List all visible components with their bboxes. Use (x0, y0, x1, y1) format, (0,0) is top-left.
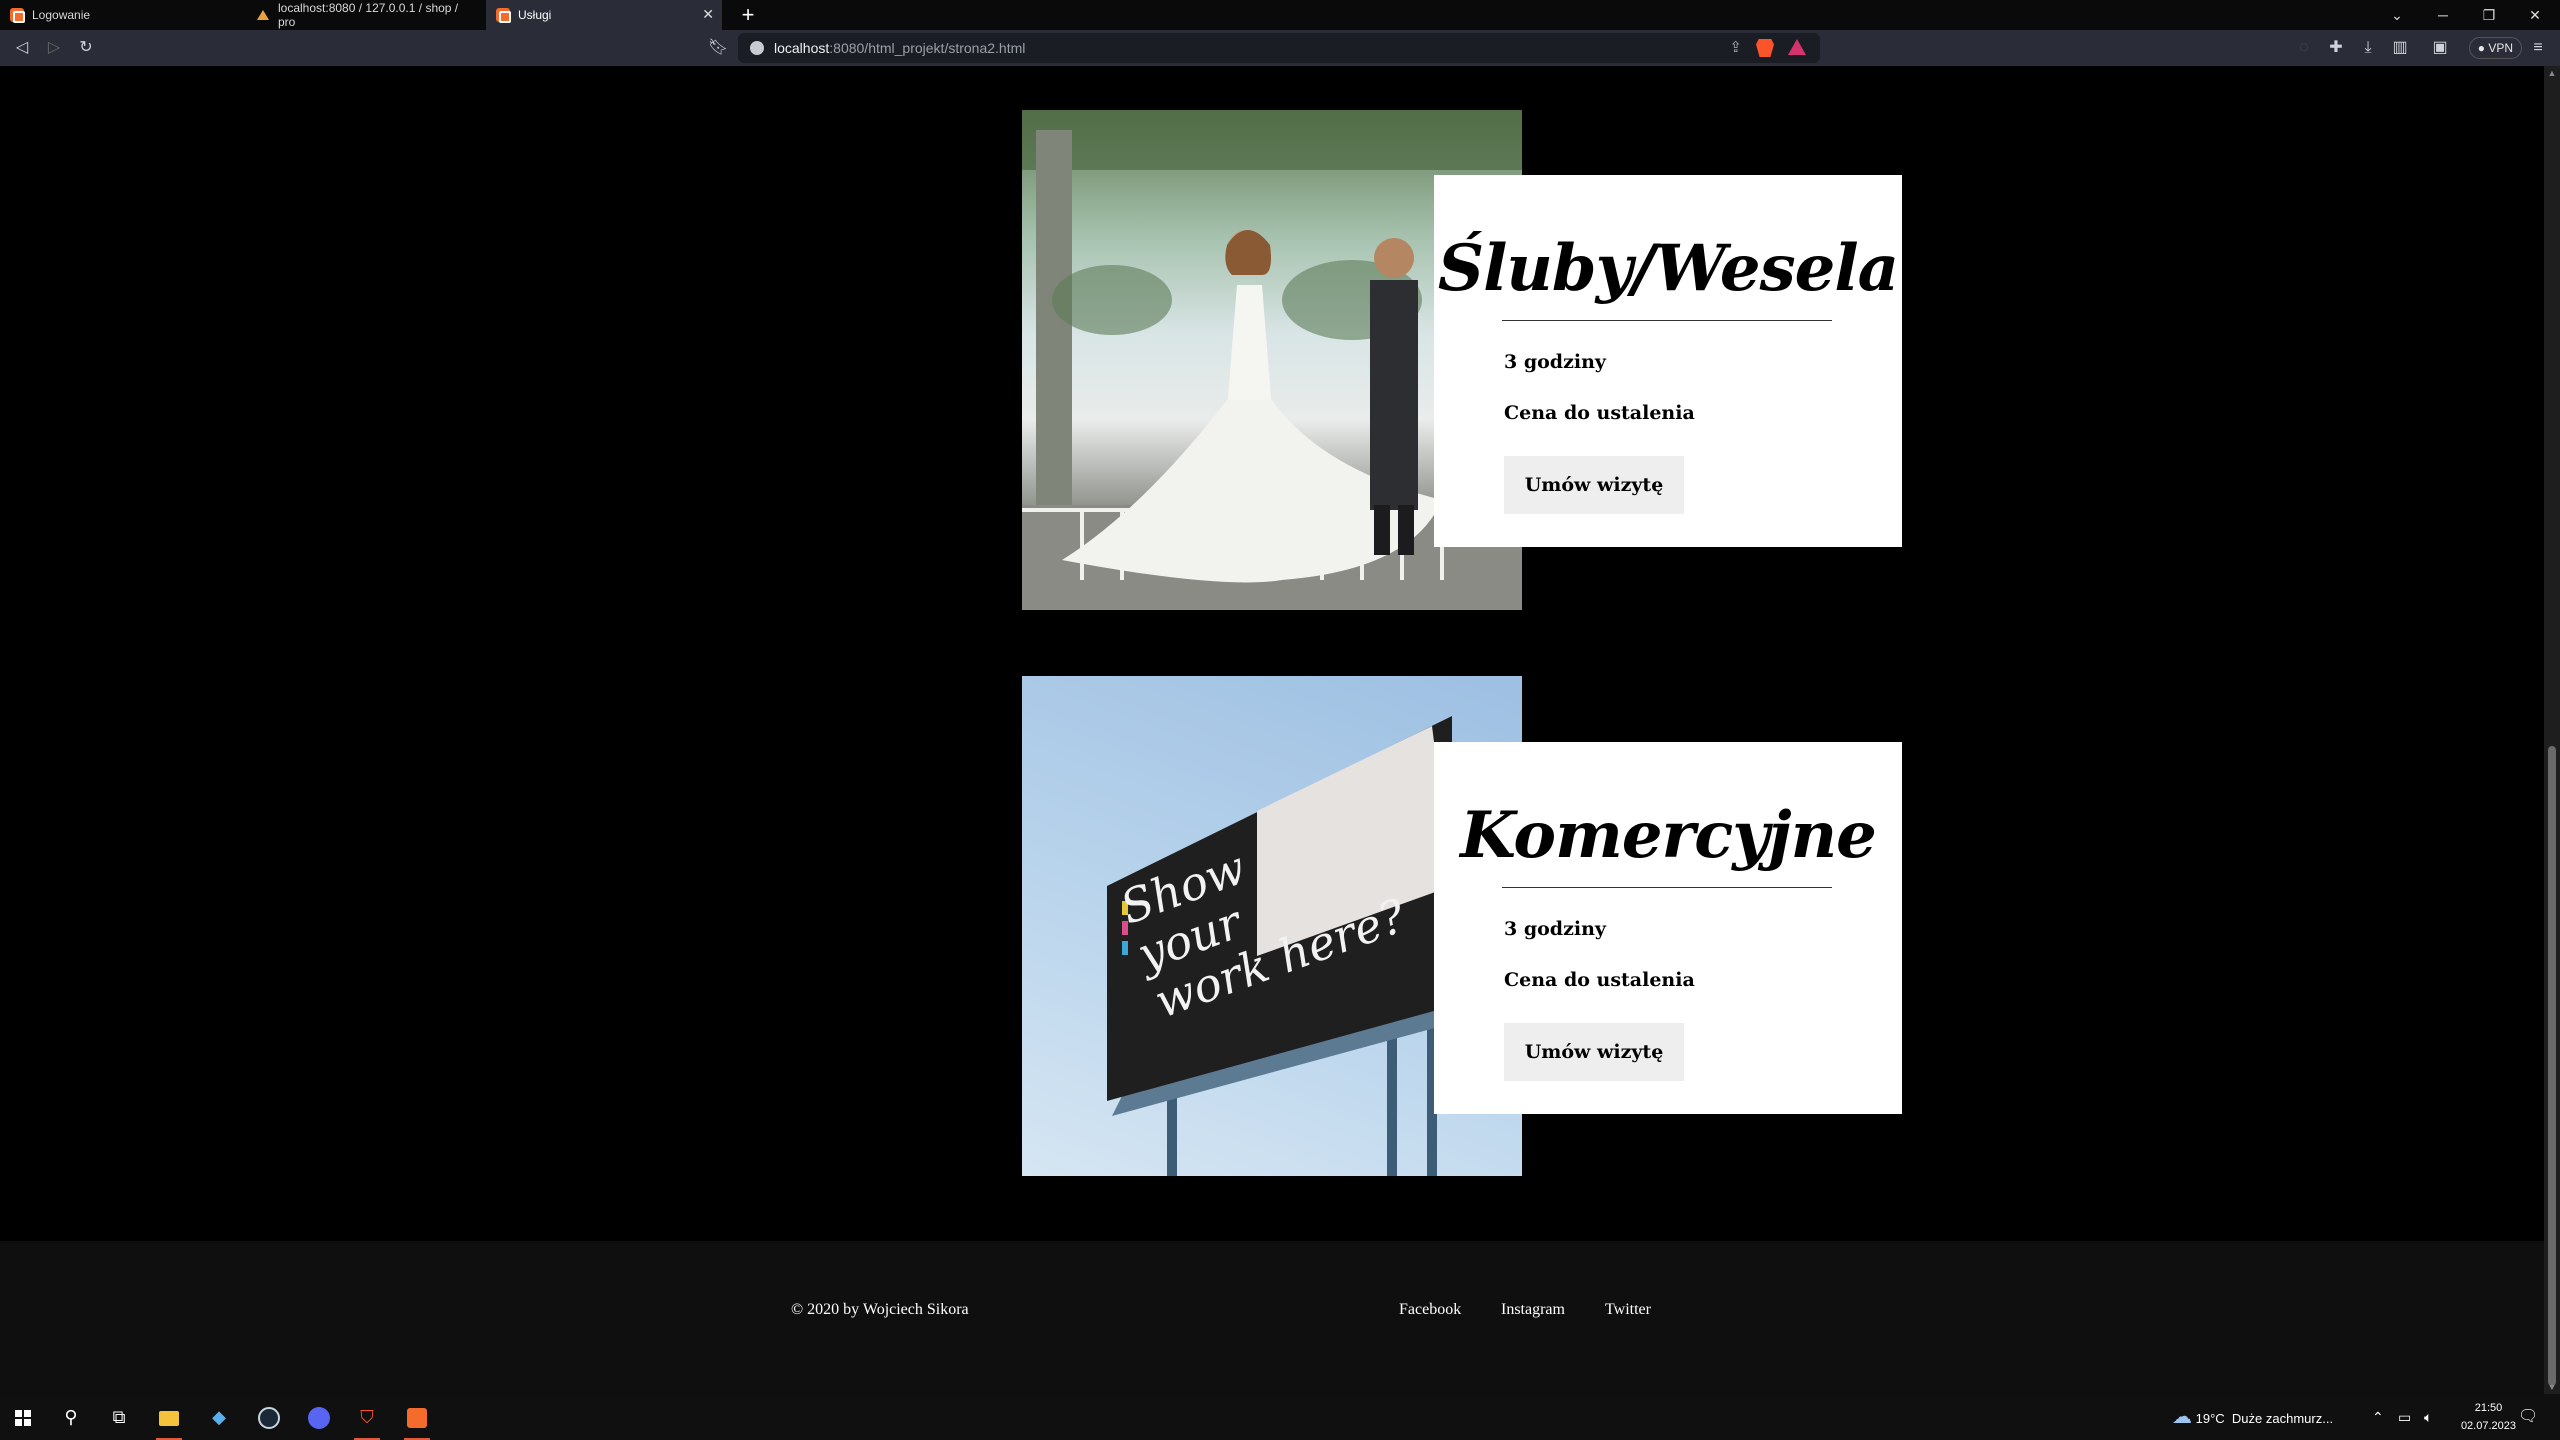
service-card-weddings: Śluby/Wesela 3 godziny Cena do ustalenia… (1434, 175, 1902, 547)
system-clock[interactable]: 21:50 02.07.2023 (2461, 1399, 2516, 1435)
weather-widget[interactable]: ☁ 19°C Duże zachmurz... (2172, 1394, 2333, 1440)
copyright-text: © 2020 by Wojciech Sikora (791, 1301, 969, 1318)
scroll-up-icon[interactable]: ▲ (2544, 66, 2560, 80)
clock-date: 02.07.2023 (2460, 1420, 2516, 1432)
task-view-icon: ⧉ (112, 1407, 126, 1427)
start-button[interactable] (8, 1402, 38, 1432)
tab-uslugi[interactable]: Usługi ✕ (486, 0, 722, 30)
wallet-icon[interactable]: ▣ (2428, 36, 2452, 60)
downloads-icon[interactable]: ⤓ (2356, 36, 2380, 60)
back-button[interactable]: ◁ (10, 36, 34, 60)
steam-icon (258, 1407, 280, 1430)
network-icon[interactable]: ▭ (2398, 1394, 2411, 1440)
service-duration: 3 godziny (1504, 351, 1606, 373)
weather-description: Duże zachmurz... (2231, 1411, 2334, 1426)
footer-link-instagram[interactable]: Instagram (1501, 1301, 1565, 1319)
service-price: Cena do ustalenia (1504, 402, 1695, 424)
search-button[interactable]: ⚲ (56, 1402, 86, 1432)
phpmyadmin-favicon-icon (256, 8, 270, 22)
tab-title: Logowanie (32, 8, 91, 22)
new-tab-button[interactable]: + (736, 3, 760, 27)
menu-icon[interactable]: ≡ (2526, 36, 2550, 60)
service-title: Komercyjne (1460, 798, 1877, 873)
tab-title: Usługi (518, 8, 552, 22)
leo-ai-icon[interactable]: ◌ (2292, 36, 2316, 60)
windows-logo-icon (15, 1410, 31, 1427)
xampp-favicon-icon (496, 8, 511, 23)
service-price: Cena do ustalenia (1504, 969, 1695, 991)
vpn-button[interactable]: ● VPN (2468, 37, 2522, 59)
discord-button[interactable] (304, 1402, 334, 1432)
service-card-commercial: Komercyjne 3 godziny Cena do ustalenia U… (1434, 742, 1902, 1114)
scrollbar-thumb[interactable] (2548, 746, 2556, 1386)
forward-button[interactable]: ▷ (42, 36, 66, 60)
book-appointment-button[interactable]: Umów wizytę (1504, 456, 1684, 514)
volume-icon[interactable]: 🔈︎ (2424, 1394, 2432, 1440)
app-icon: ◆ (212, 1407, 226, 1427)
xampp-icon (407, 1408, 427, 1429)
reload-button[interactable]: ↻ (74, 36, 98, 60)
restore-button[interactable]: ❐ (2466, 0, 2512, 30)
close-tab-icon[interactable]: ✕ (702, 7, 714, 21)
close-window-button[interactable]: ✕ (2512, 0, 2558, 30)
brave-shields-icon[interactable] (1756, 39, 1774, 57)
clock-time: 21:50 (2474, 1402, 2503, 1414)
windows-taskbar: ⚲ ⧉ ◆ ⛉ ☁ 19°C Duże zachmurz... ⌃ ▭ 🔈︎ 2… (0, 1394, 2560, 1440)
footer-link-facebook[interactable]: Facebook (1399, 1301, 1461, 1319)
footer-link-twitter[interactable]: Twitter (1605, 1301, 1651, 1319)
notifications-icon[interactable]: 🗨︎ (2518, 1394, 2538, 1440)
page-viewport: Śluby/Wesela 3 godziny Cena do ustalenia… (0, 66, 2544, 1394)
search-icon: ⚲ (64, 1407, 78, 1427)
steam-button[interactable] (254, 1402, 284, 1432)
extensions-icon[interactable]: ✚ (2324, 36, 2348, 60)
brave-icon: ⛉ (360, 1407, 374, 1427)
browser-toolbar: ◁ ▷ ↻ 🔖︎ localhost:8080/html_projekt/str… (0, 30, 2560, 66)
title-divider (1502, 887, 1832, 888)
tab-bar: Logowanie localhost:8080 / 127.0.0.1 / s… (0, 0, 2560, 30)
tab-search-chevron-icon[interactable]: ⌄ (2374, 0, 2420, 30)
scroll-down-icon[interactable]: ▼ (2544, 1380, 2560, 1394)
bookmark-icon[interactable]: 🔖︎ (706, 36, 730, 60)
sidebar-icon[interactable]: ▥ (2388, 36, 2412, 60)
title-divider (1502, 320, 1832, 321)
tray-overflow-icon[interactable]: ⌃ (2372, 1394, 2384, 1440)
service-duration: 3 godziny (1504, 918, 1606, 940)
weather-temperature: 19°C (2195, 1411, 2225, 1426)
brave-rewards-icon[interactable] (1788, 39, 1806, 55)
task-view-button[interactable]: ⧉ (104, 1402, 134, 1432)
address-bar[interactable]: localhost:8080/html_projekt/strona2.html… (738, 33, 1820, 63)
tab-logowanie[interactable]: Logowanie (0, 0, 246, 30)
tab-title: localhost:8080 / 127.0.0.1 / shop / pro (278, 1, 459, 29)
minimize-button[interactable]: ─ (2420, 0, 2466, 30)
cloudy-weather-icon: ☁ (2172, 1406, 2192, 1428)
service-title: Śluby/Wesela (1437, 231, 1899, 306)
book-appointment-button[interactable]: Umów wizytę (1504, 1023, 1684, 1081)
xampp-button[interactable] (402, 1402, 432, 1440)
file-explorer-button[interactable] (154, 1402, 184, 1440)
folder-icon (159, 1410, 179, 1426)
tab-phpmyadmin[interactable]: localhost:8080 / 127.0.0.1 / shop / pro (246, 0, 486, 30)
site-info-icon[interactable] (750, 41, 764, 55)
share-icon[interactable]: ⇪ (1729, 38, 1742, 56)
xampp-favicon-icon (10, 8, 25, 23)
page-footer: © 2020 by Wojciech Sikora Facebook Insta… (0, 1241, 2544, 1394)
app-button[interactable]: ◆ (204, 1402, 234, 1432)
url-text: localhost:8080/html_projekt/strona2.html (774, 40, 1026, 56)
brave-browser-button[interactable]: ⛉ (352, 1402, 382, 1440)
page-scrollbar[interactable]: ▲ ▼ (2544, 66, 2560, 1394)
discord-icon (308, 1407, 330, 1430)
